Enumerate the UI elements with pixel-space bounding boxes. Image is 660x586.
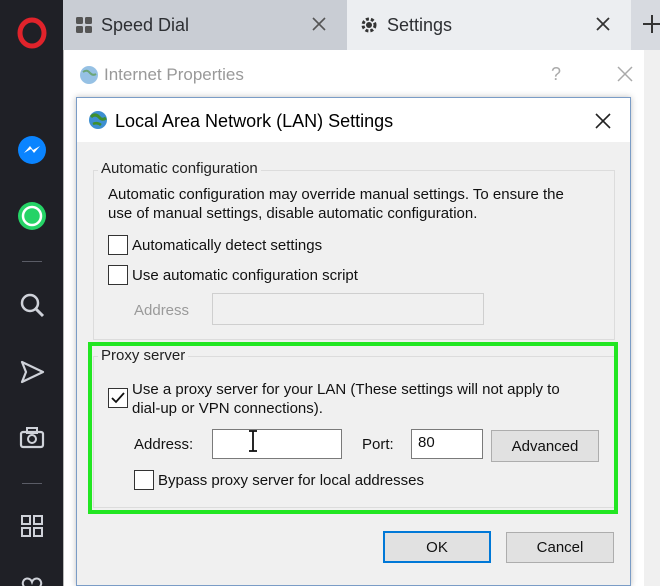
close-icon[interactable] bbox=[592, 110, 614, 132]
speed-dial-icon bbox=[75, 16, 93, 34]
auto-script-label: Use automatic configuration script bbox=[132, 267, 358, 284]
send-icon[interactable] bbox=[0, 352, 63, 392]
close-icon[interactable] bbox=[593, 14, 613, 34]
group-legend: Automatic configuration bbox=[98, 160, 261, 177]
globe-icon bbox=[78, 64, 100, 91]
highlight-box bbox=[88, 342, 618, 514]
globe-icon bbox=[87, 109, 109, 136]
camera-icon[interactable] bbox=[0, 418, 63, 458]
script-address-field bbox=[212, 293, 484, 325]
opera-logo-icon[interactable] bbox=[0, 13, 63, 53]
new-tab-plus-icon[interactable] bbox=[640, 12, 660, 36]
auto-detect-checkbox[interactable] bbox=[108, 235, 128, 255]
auto-detect-label: Automatically detect settings bbox=[132, 237, 323, 254]
cancel-button[interactable]: Cancel bbox=[506, 532, 614, 563]
close-icon[interactable] bbox=[309, 14, 329, 34]
heart-icon[interactable] bbox=[0, 566, 63, 586]
gear-icon bbox=[359, 15, 379, 35]
dialog-title: Internet Properties bbox=[104, 65, 244, 84]
tab-label: Settings bbox=[387, 14, 453, 35]
sidebar-divider bbox=[22, 483, 42, 484]
whatsapp-icon[interactable] bbox=[0, 196, 63, 236]
ok-button[interactable]: OK bbox=[383, 531, 491, 563]
script-address-label: Address bbox=[134, 302, 190, 319]
tab-label: Speed Dial bbox=[101, 14, 190, 35]
auto-config-description: Automatic configuration may override man… bbox=[108, 186, 564, 203]
tab-strip: Speed Dial Settings bbox=[63, 0, 660, 50]
auto-config-description: use of manual settings, disable automati… bbox=[108, 205, 478, 222]
apps-grid-icon[interactable] bbox=[0, 506, 63, 546]
browser-sidebar bbox=[0, 0, 63, 586]
search-icon[interactable] bbox=[0, 285, 63, 325]
sidebar-divider bbox=[22, 261, 42, 262]
tab-speed-dial[interactable]: Speed Dial bbox=[63, 0, 347, 50]
dialog-title: Local Area Network (LAN) Settings bbox=[115, 111, 394, 131]
auto-script-checkbox[interactable] bbox=[108, 265, 128, 285]
help-icon[interactable]: ? bbox=[551, 64, 561, 85]
close-icon[interactable] bbox=[616, 65, 634, 83]
tab-settings[interactable]: Settings bbox=[347, 0, 631, 50]
messenger-icon[interactable] bbox=[0, 130, 63, 170]
dialog-titlebar: Local Area Network (LAN) Settings bbox=[77, 98, 630, 142]
